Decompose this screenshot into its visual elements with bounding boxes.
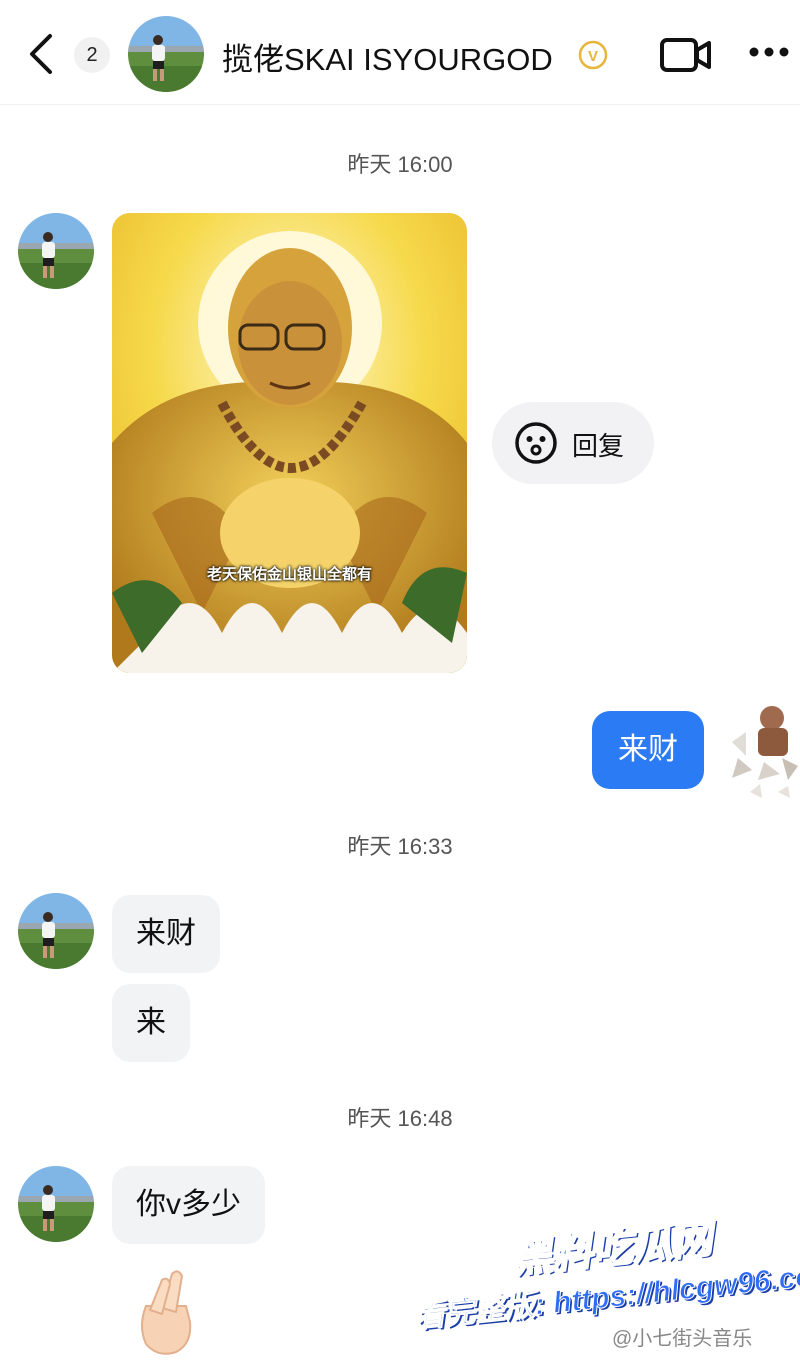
chat-title[interactable]: 揽佬SKAI ISYOURGOD [222,34,553,79]
back-chevron-icon[interactable] [26,32,58,76]
incoming-message-bubble[interactable]: 来 [112,984,190,1062]
timestamp: 昨天 16:33 [347,834,453,859]
verified-badge-icon: V [578,40,608,70]
smiley-face-icon [515,422,557,464]
outgoing-message-bubble[interactable]: 来财 [592,711,704,789]
image-message[interactable]: 老天保佑金山银山全都有 [112,213,467,673]
reply-button[interactable]: 回复 [492,402,654,484]
incoming-message-bubble[interactable]: 来财 [112,895,220,973]
self-avatar[interactable] [728,700,798,802]
finger-heart-emoji-icon[interactable] [128,1266,204,1358]
sender-avatar[interactable] [18,1166,94,1242]
video-call-icon[interactable] [660,36,712,74]
chat-header: 2 揽佬SKAI ISYOURGOD V [0,0,800,105]
sender-avatar[interactable] [18,893,94,969]
image-caption: 老天保佑金山银山全都有 [206,566,372,583]
verified-badge-letter: V [588,48,598,65]
sender-avatar[interactable] [18,213,94,289]
reply-label: 回复 [572,431,625,461]
buddha-image [112,213,467,673]
watermark-weibo-handle: @小七街头音乐 [612,1328,753,1350]
timestamp: 昨天 16:48 [347,1106,453,1131]
unread-count-badge[interactable]: 2 [74,37,110,73]
contact-avatar[interactable] [128,16,204,92]
incoming-message-bubble[interactable]: 你v多少 [112,1166,265,1244]
timestamp: 昨天 16:00 [347,152,453,177]
more-options-icon[interactable] [748,45,790,59]
